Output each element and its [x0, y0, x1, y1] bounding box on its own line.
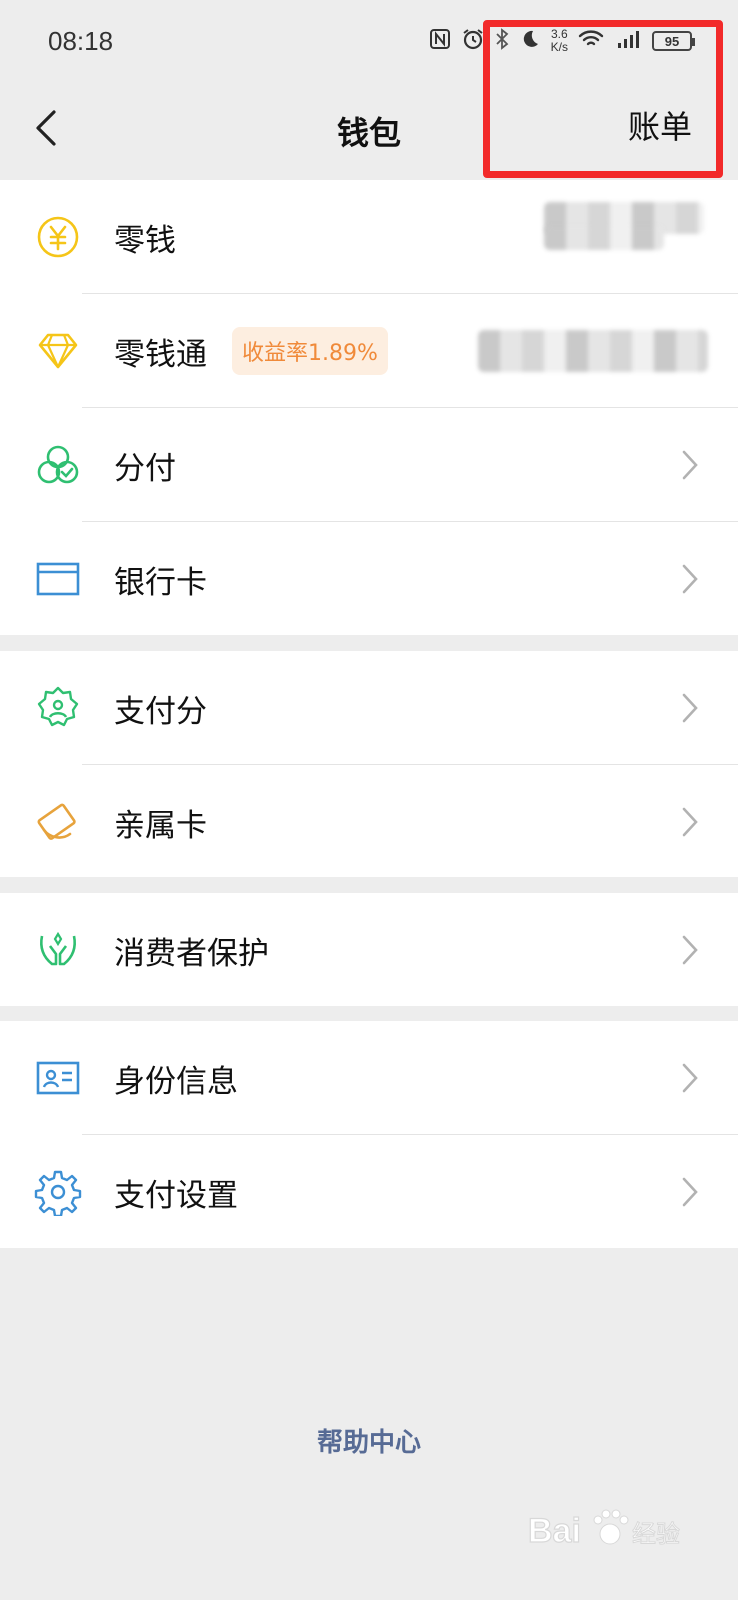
net-speed-unit: K/s — [550, 40, 568, 54]
gear-icon — [34, 1170, 82, 1216]
yield-rate-badge: 收益率1.89% — [232, 327, 388, 375]
list-item-label: 亲属卡 — [114, 807, 207, 844]
list-item-consumer-protection[interactable]: 消费者保护 — [0, 893, 738, 1007]
wallet-group-2: 支付分 亲属卡 — [0, 651, 738, 877]
list-item-family-card[interactable]: 亲属卡 — [0, 765, 738, 879]
chevron-left-icon — [36, 110, 56, 146]
bluetooth-icon — [495, 27, 509, 55]
id-card-icon — [36, 1061, 80, 1095]
list-item-label: 银行卡 — [114, 564, 207, 601]
blurred-amount — [478, 330, 708, 372]
list-item-bank-card[interactable]: 银行卡 — [0, 522, 738, 636]
help-center-link[interactable]: 帮助中心 — [0, 1422, 738, 1459]
chevron-right-icon — [682, 450, 698, 480]
chevron-right-icon — [682, 1063, 698, 1093]
baidu-watermark-logo: Bai 经验 — [528, 1480, 708, 1580]
nav-bar: 钱包 账单 — [0, 82, 738, 180]
list-item-label: 零钱通 — [114, 336, 207, 373]
chevron-right-icon — [682, 935, 698, 965]
family-card-icon — [37, 803, 76, 840]
net-speed: 3.6 K/s — [551, 28, 568, 54]
list-item-lingqiantong[interactable]: 零钱通 收益率1.89% — [0, 294, 738, 408]
back-button[interactable] — [26, 98, 66, 158]
wallet-group-3: 消费者保护 — [0, 893, 738, 1006]
moon-icon — [519, 28, 541, 55]
yuan-coin-icon — [37, 216, 79, 258]
page-title: 钱包 — [336, 114, 401, 152]
svg-text:经验: 经验 — [632, 1520, 680, 1548]
blurred-balance-2 — [544, 226, 664, 250]
status-bar: 08:18 3.6 K/s 95 — [0, 0, 738, 82]
bank-card-icon — [36, 562, 80, 596]
list-item-label: 身份信息 — [114, 1063, 238, 1100]
fenfu-icon — [37, 445, 79, 484]
chevron-right-icon — [682, 1177, 698, 1207]
wallet-group-1: 零钱 零钱通 收益率1.89% 分付 银行卡 — [0, 180, 738, 635]
list-item-change[interactable]: 零钱 — [0, 180, 738, 294]
protect-hands-icon — [40, 931, 76, 966]
alarm-icon — [461, 27, 485, 56]
chevron-right-icon — [682, 564, 698, 594]
list-item-label: 零钱 — [114, 222, 176, 259]
list-item-payment-settings[interactable]: 支付设置 — [0, 1135, 738, 1249]
bill-button[interactable]: 账单 — [628, 102, 692, 148]
diamond-icon — [38, 333, 78, 369]
status-time: 08:18 — [48, 25, 114, 56]
payscore-badge-icon — [37, 686, 79, 727]
status-icons: 3.6 K/s 95 — [429, 27, 695, 56]
list-item-label: 支付分 — [114, 693, 207, 730]
svg-text:Bai: Bai — [528, 1512, 581, 1550]
list-item-fenfu[interactable]: 分付 — [0, 408, 738, 522]
chevron-right-icon — [682, 807, 698, 837]
list-item-label: 分付 — [114, 450, 176, 487]
list-item-label: 支付设置 — [114, 1177, 238, 1214]
battery-indicator: 95 — [652, 31, 695, 51]
signal-icon — [614, 28, 642, 55]
nfc-icon — [429, 28, 451, 55]
wifi-icon — [578, 28, 604, 55]
list-item-identity[interactable]: 身份信息 — [0, 1021, 738, 1135]
list-item-label: 消费者保护 — [114, 935, 269, 972]
wallet-group-4: 身份信息 支付设置 — [0, 1021, 738, 1248]
list-item-payscore[interactable]: 支付分 — [0, 651, 738, 765]
chevron-right-icon — [682, 693, 698, 723]
